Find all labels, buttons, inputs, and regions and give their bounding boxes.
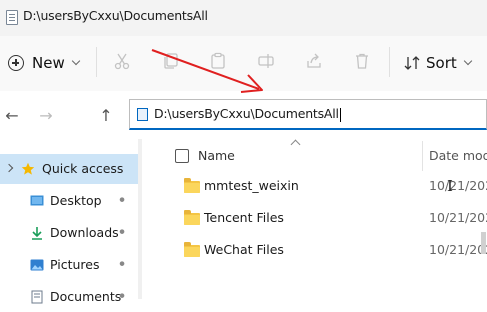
forward-arrow-icon[interactable]: → [36,106,56,125]
sidebar-item-label: Downloads [50,225,119,240]
address-path-text: D:\usersByCxxu\DocumentsAll [154,106,341,122]
folder-path-icon [137,108,148,121]
address-bar[interactable]: D:\usersByCxxu\DocumentsAll [129,99,487,130]
chevron-down-icon [71,56,80,66]
file-date: 10/21/2021 [429,210,487,225]
column-divider[interactable] [422,141,423,171]
pictures-icon [30,259,44,271]
share-icon[interactable] [305,52,323,70]
download-icon [32,227,42,240]
plus-circle-icon [8,55,24,71]
rename-icon[interactable] [257,52,275,70]
toolbar-separator [96,47,97,77]
delete-icon[interactable] [353,52,371,70]
new-button[interactable]: New [8,51,80,75]
sidebar-item-documents[interactable]: Documents ⚫ [0,282,138,312]
copy-icon[interactable] [162,52,180,70]
sidebar-item-desktop[interactable]: Desktop ⚫ [0,186,138,216]
sidebar-item-downloads[interactable]: Downloads ⚫ [0,218,138,248]
file-name: WeChat Files [204,242,284,257]
explorer-window-icon [6,10,18,25]
text-caret [339,107,341,122]
sort-icon [404,56,420,70]
chevron-down-icon[interactable] [4,163,14,173]
back-arrow-icon[interactable]: ← [2,106,22,125]
folder-icon [184,210,200,225]
sidebar-item-label: Quick access [42,161,124,176]
sidebar-scrollbar[interactable] [138,139,142,299]
new-button-label: New [32,54,65,72]
file-name: Tencent Files [204,210,284,225]
sidebar-item-pictures[interactable]: Pictures ⚫ [0,250,138,280]
toolbar-separator [389,47,390,77]
sidebar-item-label: Desktop [50,193,102,208]
file-name: mmtest_weixin [204,178,299,193]
sort-button-label: Sort [426,54,457,72]
up-arrow-icon[interactable]: ↑ [96,106,116,125]
column-header-date-modified[interactable]: Date modif [429,148,487,163]
sidebar-item-label: Pictures [50,257,100,272]
cut-icon[interactable] [113,52,131,70]
pin-icon[interactable]: ⚫ [114,258,128,272]
pin-icon[interactable]: ⚫ [114,194,128,208]
folder-icon [184,242,200,257]
column-header-name[interactable]: Name [198,148,235,163]
chevron-down-icon [463,56,472,66]
window-title: D:\usersByCxxu\DocumentsAll [23,8,208,23]
select-all-checkbox[interactable] [175,149,189,163]
list-item[interactable]: Tencent Files 10/21/2021 [160,203,487,233]
folder-icon [184,178,200,193]
list-item[interactable]: WeChat Files 10/21/2021 [160,235,487,265]
address-path: D:\usersByCxxu\DocumentsAll [154,106,339,121]
desktop-icon [30,195,44,206]
star-icon [21,162,35,175]
paste-icon[interactable] [209,52,227,70]
file-date: 10/21/2021 [429,178,487,193]
sidebar-item-quick-access[interactable]: Quick access [0,154,138,184]
documents-icon [31,290,43,304]
file-date: 10/21/2021 [429,242,487,257]
sort-button[interactable]: Sort [404,51,472,75]
sidebar-item-label: Documents [50,289,122,304]
list-item[interactable]: mmtest_weixin 10/21/2021 [160,171,487,201]
mouse-ibeam-cursor-icon: I [447,177,453,195]
list-scrollbar-thumb[interactable] [481,232,486,254]
